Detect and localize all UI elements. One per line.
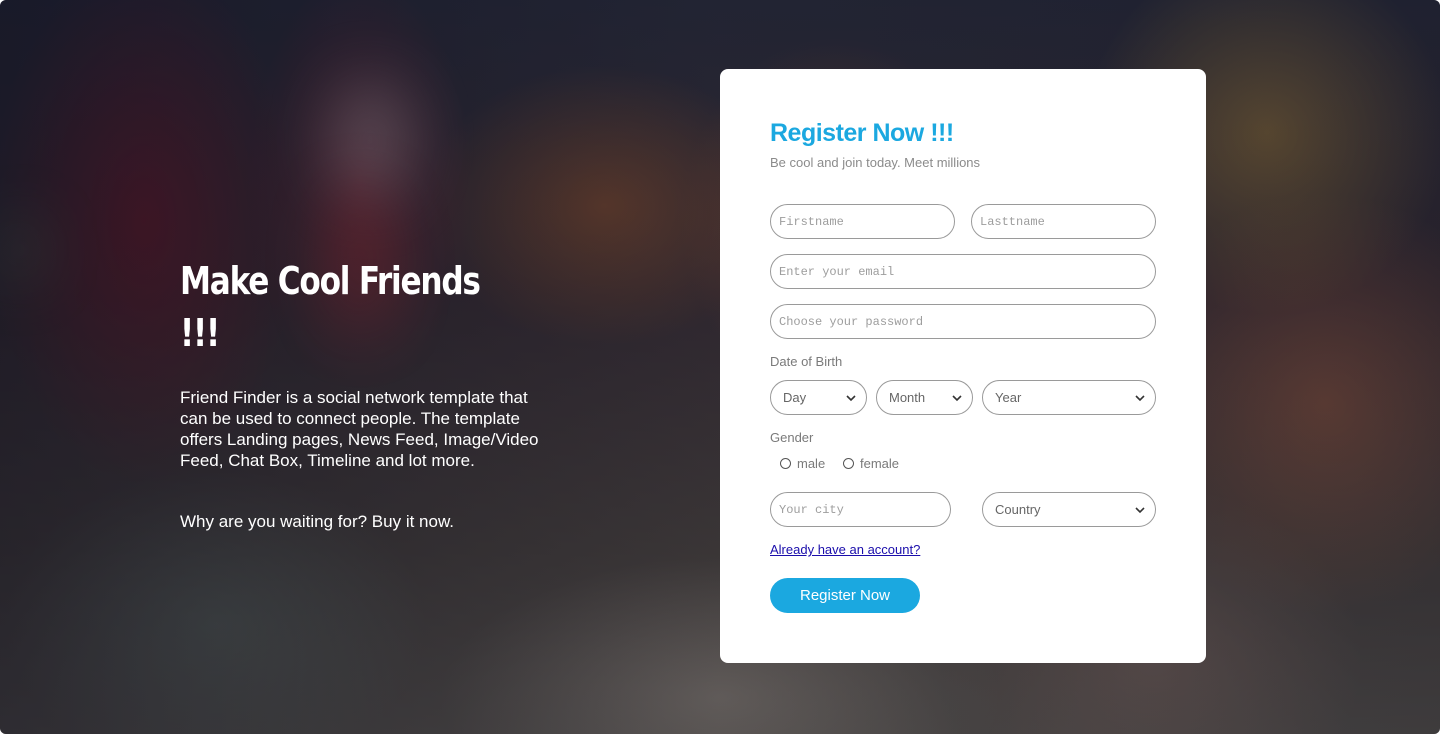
register-subtitle: Be cool and join today. Meet millions xyxy=(770,155,981,170)
country-select-value: Country xyxy=(995,502,1041,517)
landing-page: Make Cool Friends !!! Friend Finder is a… xyxy=(0,0,1440,734)
country-select[interactable]: Country xyxy=(982,492,1156,527)
gender-male-option[interactable]: male xyxy=(780,456,825,471)
month-select-value: Month xyxy=(889,390,926,405)
email-input[interactable] xyxy=(770,254,1156,289)
firstname-input[interactable] xyxy=(770,204,955,239)
city-input[interactable] xyxy=(770,492,951,527)
male-radio[interactable] xyxy=(780,458,791,469)
hero-description: Friend Finder is a social network templa… xyxy=(180,388,539,470)
gender-label: Gender xyxy=(770,430,814,445)
chevron-down-icon xyxy=(952,394,962,401)
female-radio[interactable] xyxy=(843,458,854,469)
day-select-value: Day xyxy=(783,390,807,405)
month-select[interactable]: Month xyxy=(876,380,973,415)
already-have-account-link[interactable]: Already have an account? xyxy=(770,542,920,557)
gender-female-option[interactable]: female xyxy=(843,456,899,471)
register-card: Register Now !!! Be cool and join today.… xyxy=(720,69,1206,663)
female-radio-label: female xyxy=(860,456,900,471)
year-select[interactable]: Year xyxy=(982,380,1156,415)
hero-title: Make Cool Friends !!! xyxy=(180,259,481,355)
year-select-value: Year xyxy=(995,390,1022,405)
chevron-down-icon xyxy=(1135,394,1145,401)
day-select[interactable]: Day xyxy=(770,380,867,415)
password-input[interactable] xyxy=(770,304,1156,339)
register-title: Register Now !!! xyxy=(770,119,954,147)
chevron-down-icon xyxy=(846,394,856,401)
lastname-input[interactable] xyxy=(971,204,1156,239)
date-of-birth-label: Date of Birth xyxy=(770,354,843,369)
chevron-down-icon xyxy=(1135,506,1145,513)
register-now-button[interactable]: Register Now xyxy=(770,578,920,613)
hero-cta-text: Why are you waiting for? Buy it now. xyxy=(180,512,455,531)
male-radio-label: male xyxy=(797,456,826,471)
hero-section: Make Cool Friends !!! Friend Finder is a… xyxy=(180,255,570,532)
